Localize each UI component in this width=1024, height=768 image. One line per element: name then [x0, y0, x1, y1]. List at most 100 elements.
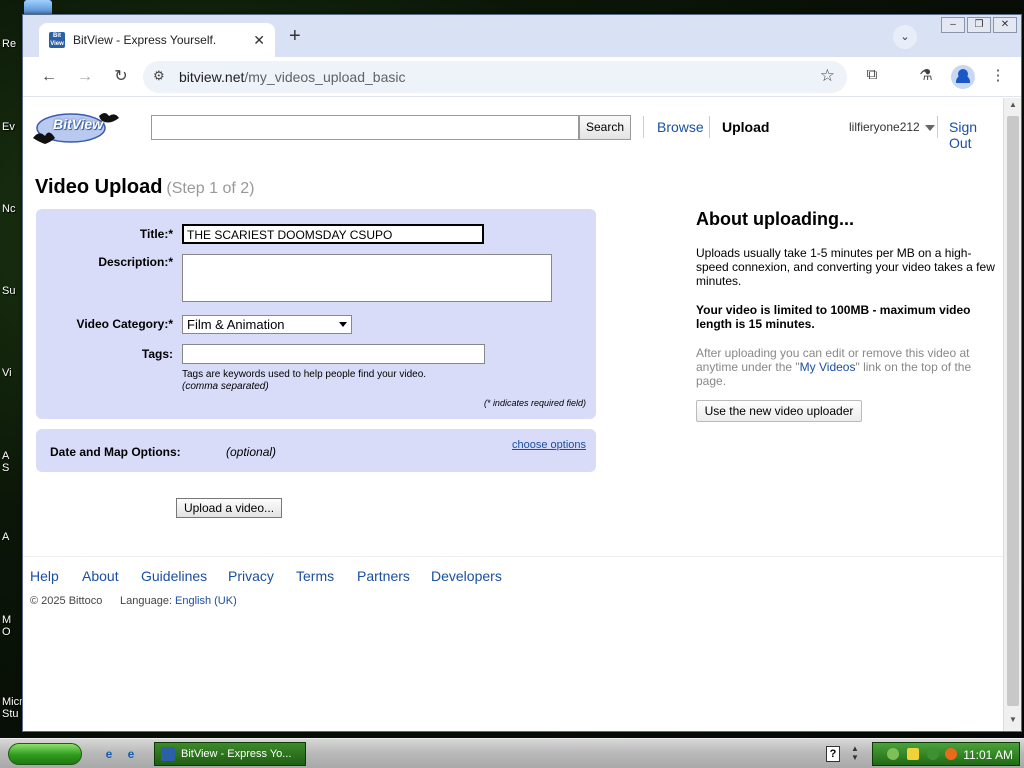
window-controls: – ❐ ✕ — [941, 17, 1017, 33]
ie-quicklaunch-icon[interactable]: e — [122, 745, 140, 763]
back-icon[interactable]: ← — [37, 65, 61, 89]
close-tab-icon[interactable]: ✕ — [253, 32, 265, 49]
desktop-label[interactable]: Ev — [2, 121, 15, 133]
bookmark-star-icon[interactable]: ☆ — [820, 66, 835, 86]
step-indicator: (Step 1 of 2) — [166, 180, 255, 197]
page-content: BitView Search Browse Upload lilfieryone… — [23, 98, 1003, 731]
upload-form-panel: Title:* THE SCARIEST DOOMSDAY CSUPO Desc… — [36, 209, 596, 419]
profile-avatar-icon[interactable] — [951, 65, 975, 89]
tray-arrows-icon[interactable]: ▲ ▼ — [851, 744, 859, 762]
description-textarea[interactable] — [182, 254, 552, 302]
desktop-label[interactable]: Micr — [2, 696, 23, 708]
my-videos-link[interactable]: My Videos — [800, 360, 856, 374]
footer-link-guidelines[interactable]: Guidelines — [141, 568, 207, 584]
copyright: © 2025 Bittoco — [30, 595, 103, 607]
start-button[interactable] — [8, 743, 82, 765]
scroll-up-icon[interactable]: ▲ — [1004, 100, 1022, 114]
desktop-label[interactable]: Su — [2, 285, 15, 297]
tags-label: Tags: — [141, 347, 173, 361]
footer-link-developers[interactable]: Developers — [431, 568, 502, 584]
footer-link-privacy[interactable]: Privacy — [228, 568, 274, 584]
about-limit-paragraph: Your video is limited to 100MB - maximum… — [696, 303, 971, 331]
taskbar: e e BitView - Express Yo... ? ▲ ▼ 11:01 A… — [0, 738, 1024, 768]
address-bar[interactable]: ⚙ bitview.net/my_videos_upload_basic ☆ — [143, 61, 847, 93]
taskbar-bitview-item[interactable]: BitView - Express Yo... — [154, 742, 306, 766]
choose-options-link[interactable]: choose options — [512, 439, 586, 451]
shield-icon[interactable] — [907, 748, 919, 760]
browser-tab[interactable]: Bit View BitView - Express Yourself. ✕ — [39, 23, 275, 57]
category-label: Video Category:* — [76, 317, 173, 331]
page-scrollbar[interactable]: ▲ ▼ — [1003, 98, 1021, 731]
nav-upload-link[interactable]: Upload — [722, 119, 769, 135]
site-info-icon[interactable]: ⚙ — [153, 68, 165, 84]
language-selector: Language: English (UK) — [120, 595, 237, 607]
footer-link-about[interactable]: About — [82, 568, 119, 584]
url-path: /my_videos_upload_basic — [244, 69, 406, 85]
nav-divider — [937, 116, 938, 138]
nav-browse-link[interactable]: Browse — [657, 119, 704, 135]
close-window-icon[interactable]: ✕ — [993, 17, 1017, 33]
desktop-label[interactable]: A — [2, 450, 9, 462]
footer-divider — [23, 556, 1003, 557]
tags-field[interactable] — [182, 344, 485, 364]
nav-divider — [643, 116, 644, 138]
bitview-logo[interactable]: BitView — [31, 108, 121, 150]
tab-strip: Bit View BitView - Express Yourself. ✕ + … — [23, 15, 1021, 57]
title-field[interactable]: THE SCARIEST DOOMSDAY CSUPO — [182, 224, 484, 244]
scroll-thumb[interactable] — [1007, 116, 1019, 706]
extensions-icon[interactable]: ⧉ — [861, 66, 883, 83]
tags-hint-text: Tags are keywords used to help people fi… — [182, 369, 427, 380]
desktop-label[interactable]: Nc — [2, 203, 15, 215]
bitview-favicon-icon: Bit View — [49, 32, 65, 48]
menu-kebab-icon[interactable]: ⋮ — [987, 66, 1009, 84]
search-icon[interactable] — [945, 748, 957, 760]
tab-search-chevron-icon[interactable]: ⌄ — [893, 25, 917, 49]
search-input[interactable] — [151, 115, 579, 140]
about-uploading-title: About uploading... — [696, 209, 854, 229]
network-icon[interactable] — [887, 748, 899, 760]
page-title: Video Upload (Step 1 of 2) — [35, 176, 254, 199]
date-map-options-label: Date and Map Options: — [50, 445, 181, 459]
ie-quicklaunch-icon[interactable]: e — [100, 745, 118, 763]
desktop-label[interactable]: Vi — [2, 367, 12, 379]
upload-video-button[interactable]: Upload a video... — [176, 498, 282, 518]
about-edit-paragraph: After uploading you can edit or remove t… — [696, 346, 1001, 388]
footer-link-help[interactable]: Help — [30, 568, 59, 584]
language-link[interactable]: English (UK) — [175, 595, 237, 607]
logo-text: BitView — [53, 116, 104, 132]
forward-icon[interactable]: → — [73, 65, 97, 89]
search-button[interactable]: Search — [579, 115, 631, 140]
desktop-label[interactable]: S — [2, 462, 9, 474]
category-value: Film & Animation — [187, 317, 285, 332]
footer-link-terms[interactable]: Terms — [296, 568, 334, 584]
sign-out-link[interactable]: Sign Out — [949, 119, 1003, 151]
required-field-note: (* indicates required field) — [483, 398, 586, 408]
restore-icon[interactable]: ❐ — [967, 17, 991, 33]
desktop-label[interactable]: Re — [2, 38, 16, 50]
desktop-label[interactable]: Stu — [2, 708, 19, 720]
language-label: Language: — [120, 595, 172, 607]
url-text[interactable]: bitview.net/my_videos_upload_basic — [179, 69, 405, 85]
title-label: Title:* — [139, 227, 173, 241]
tags-hint-italic: (comma separated) — [182, 381, 269, 392]
labs-flask-icon[interactable]: ⚗ — [915, 66, 937, 84]
scroll-down-icon[interactable]: ▼ — [1004, 715, 1022, 729]
chevron-down-icon — [339, 322, 347, 327]
tags-hint: Tags are keywords used to help people fi… — [182, 369, 426, 393]
user-menu[interactable]: lilfieryone212 — [849, 120, 935, 134]
nav-divider — [709, 116, 710, 138]
help-icon[interactable]: ? — [826, 746, 840, 762]
desktop-label[interactable]: A — [2, 531, 9, 543]
reload-icon[interactable]: ↻ — [109, 65, 133, 89]
desktop-label[interactable]: M — [2, 614, 11, 626]
desktop-label[interactable]: O — [2, 626, 11, 638]
category-select[interactable]: Film & Animation — [182, 315, 352, 334]
new-uploader-button[interactable]: Use the new video uploader — [696, 400, 862, 422]
optional-label: (optional) — [226, 445, 277, 459]
minimize-icon[interactable]: – — [941, 17, 965, 33]
footer-link-partners[interactable]: Partners — [357, 568, 410, 584]
tray-app-icon[interactable] — [927, 748, 939, 760]
about-paragraph: Uploads usually take 1-5 minutes per MB … — [696, 246, 995, 288]
new-tab-icon[interactable]: + — [289, 25, 301, 47]
clock: 11:01 AM — [963, 748, 1013, 762]
